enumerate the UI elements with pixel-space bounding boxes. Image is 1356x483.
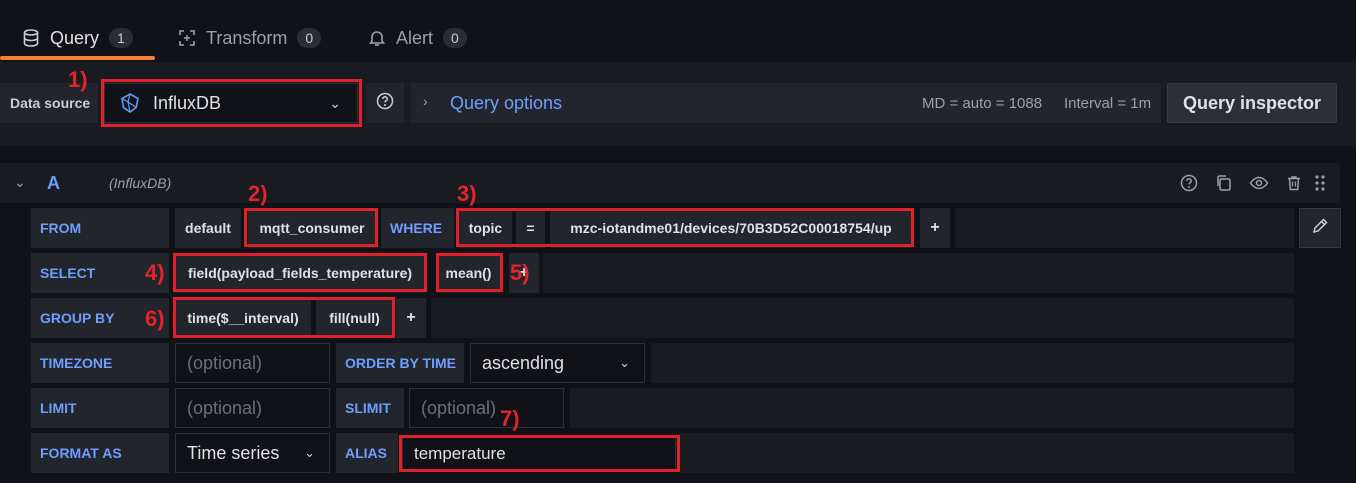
select-row-fill bbox=[543, 253, 1294, 293]
from-policy[interactable]: default bbox=[175, 208, 241, 248]
annotation-number-4: 4) bbox=[145, 260, 165, 285]
database-icon bbox=[22, 29, 40, 47]
select-field[interactable]: field(payload_fields_temperature) bbox=[175, 253, 425, 293]
tab-alert-label: Alert bbox=[396, 27, 434, 48]
bell-icon bbox=[368, 29, 386, 47]
limit-row-fill bbox=[570, 388, 1294, 428]
slimit-label: SLIMIT bbox=[336, 388, 404, 428]
pencil-icon bbox=[1311, 217, 1329, 240]
order-by-value: ascending bbox=[482, 352, 565, 373]
slimit-input[interactable]: (optional) bbox=[409, 388, 564, 428]
limit-input[interactable]: (optional) bbox=[175, 388, 330, 428]
format-as-value: Time series bbox=[187, 442, 280, 463]
add-group-by-button[interactable]: + bbox=[396, 298, 426, 338]
annotation-number-1: 1) bbox=[68, 67, 88, 92]
format-as-label: FORMAT AS bbox=[31, 433, 169, 473]
query-datasource-name: (InfluxDB) bbox=[109, 175, 172, 191]
tab-alert[interactable]: Alert 0 bbox=[368, 18, 467, 58]
annotation-number-2: 2) bbox=[248, 181, 268, 206]
transform-icon bbox=[178, 29, 196, 47]
group-by-row-fill bbox=[431, 298, 1294, 338]
active-tab-indicator bbox=[0, 56, 155, 60]
timezone-label: TIMEZONE bbox=[31, 343, 169, 383]
where-value[interactable]: mzc-iotandme01/devices/70B3D52C00018754/… bbox=[550, 208, 912, 248]
chevron-down-icon: ⌄ bbox=[329, 95, 341, 111]
order-by-time-label: ORDER BY TIME bbox=[336, 343, 464, 383]
influxdb-icon bbox=[119, 92, 141, 114]
question-circle-icon bbox=[376, 92, 394, 115]
from-row-fill bbox=[955, 208, 1294, 248]
where-label: WHERE bbox=[381, 208, 454, 248]
interval-info: Interval = 1m bbox=[1064, 95, 1152, 112]
chevron-down-icon: ⌄ bbox=[619, 355, 630, 370]
query-ref-id[interactable]: A bbox=[47, 173, 60, 194]
alias-input[interactable]: temperature bbox=[402, 437, 676, 470]
tab-query-label: Query bbox=[50, 27, 100, 48]
group-by-time[interactable]: time($__interval) bbox=[175, 298, 311, 338]
tab-alert-count: 0 bbox=[443, 28, 467, 48]
chevron-down-icon: ⌄ bbox=[304, 445, 315, 460]
from-label: FROM bbox=[31, 208, 169, 248]
help-button[interactable] bbox=[366, 83, 404, 123]
annotation-number-7: 7) bbox=[500, 406, 520, 431]
query-help-icon[interactable] bbox=[1179, 173, 1199, 193]
format-as-select[interactable]: Time series ⌄ bbox=[175, 433, 330, 473]
data-source-picker[interactable]: InfluxDB ⌄ bbox=[104, 83, 358, 123]
data-source-value: InfluxDB bbox=[153, 92, 222, 113]
alias-label: ALIAS bbox=[336, 433, 398, 473]
tab-query[interactable]: Query 1 bbox=[22, 18, 133, 58]
where-operator[interactable]: = bbox=[516, 208, 545, 248]
annotation-number-3: 3) bbox=[457, 181, 477, 206]
tab-transform-label: Transform bbox=[206, 27, 288, 48]
timezone-row-fill bbox=[651, 343, 1294, 383]
trash-icon[interactable] bbox=[1284, 173, 1304, 193]
add-where-button[interactable]: + bbox=[920, 208, 950, 248]
from-measurement[interactable]: mqtt_consumer bbox=[248, 208, 376, 248]
max-data-points-info: MD = auto = 1088 bbox=[922, 95, 1043, 112]
edit-raw-query-button[interactable] bbox=[1299, 208, 1341, 248]
limit-label: LIMIT bbox=[31, 388, 169, 428]
group-by-fill[interactable]: fill(null) bbox=[316, 298, 393, 338]
tab-transform[interactable]: Transform 0 bbox=[178, 18, 322, 58]
annotation-number-6: 6) bbox=[145, 306, 165, 331]
tab-query-count: 1 bbox=[109, 28, 133, 48]
collapse-chevron-icon[interactable]: ⌄ bbox=[14, 174, 26, 191]
chevron-right-icon: › bbox=[423, 93, 428, 109]
tab-transform-count: 0 bbox=[297, 28, 322, 48]
drag-handle-icon[interactable] bbox=[1310, 173, 1330, 193]
duplicate-query-icon[interactable] bbox=[1214, 173, 1234, 193]
annotation-number-5: 5) bbox=[510, 260, 530, 285]
format-row-fill bbox=[680, 433, 1294, 473]
where-key[interactable]: topic bbox=[459, 208, 512, 248]
eye-icon[interactable] bbox=[1249, 173, 1269, 193]
select-aggregation[interactable]: mean() bbox=[437, 253, 500, 293]
query-inspector-button[interactable]: Query inspector bbox=[1167, 83, 1337, 123]
order-by-select[interactable]: ascending ⌄ bbox=[470, 343, 645, 383]
timezone-input[interactable]: (optional) bbox=[175, 343, 330, 383]
query-row-header bbox=[0, 163, 1340, 203]
query-options-toggle[interactable]: Query options bbox=[450, 93, 562, 114]
